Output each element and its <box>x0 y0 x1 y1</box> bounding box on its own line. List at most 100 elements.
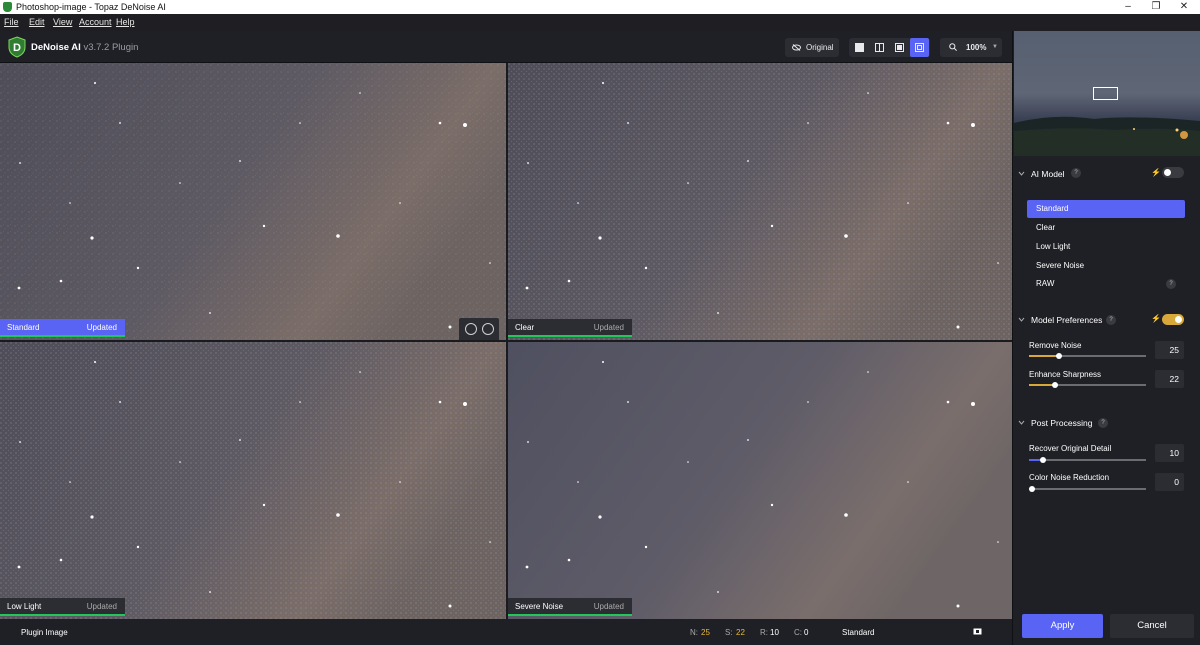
zoom-icon <box>949 43 957 51</box>
updated-indicator <box>508 614 632 616</box>
cancel-button[interactable]: Cancel <box>1110 614 1194 638</box>
star <box>90 236 94 240</box>
view-split-button[interactable] <box>870 38 889 57</box>
preview-panel-low-light[interactable] <box>0 342 506 619</box>
star <box>59 558 63 562</box>
model-option-clear[interactable]: Clear <box>1027 219 1185 237</box>
menu-help[interactable]: Help <box>116 17 135 27</box>
star <box>747 439 749 441</box>
model-preferences-auto-toggle[interactable] <box>1162 314 1184 325</box>
star <box>525 286 529 290</box>
panel-label-low-light[interactable]: Low Light Updated <box>0 598 125 616</box>
star <box>525 565 529 569</box>
panel-label-severe-noise[interactable]: Severe Noise Updated <box>508 598 632 616</box>
chevron-down-icon <box>1018 171 1025 176</box>
smile-icon[interactable] <box>465 323 477 335</box>
recover-detail-slider[interactable] <box>1029 457 1146 463</box>
maximize-icon[interactable]: ❐ <box>1142 0 1170 14</box>
slider-thumb[interactable] <box>1029 486 1035 492</box>
view-single-button[interactable] <box>850 38 869 57</box>
lightning-icon: ⚡ <box>1151 314 1161 323</box>
slider-thumb[interactable] <box>1056 353 1062 359</box>
slider-thumb[interactable] <box>1040 457 1046 463</box>
neutral-face-icon[interactable] <box>482 323 494 335</box>
minimize-icon[interactable]: – <box>1114 0 1142 14</box>
updated-indicator <box>508 335 632 337</box>
slider-fill <box>1029 355 1058 357</box>
close-icon[interactable]: ✕ <box>1170 0 1198 14</box>
window-title: Photoshop-image - Topaz DeNoise AI <box>16 2 166 12</box>
compare-icon[interactable] <box>973 628 982 635</box>
star <box>438 400 442 404</box>
star <box>644 545 648 549</box>
star <box>997 262 999 264</box>
menu-view[interactable]: View <box>53 17 72 27</box>
preview-panel-clear[interactable] <box>508 63 1012 340</box>
star <box>567 558 571 562</box>
panel-label-clear[interactable]: Clear Updated <box>508 319 632 337</box>
slider-thumb[interactable] <box>1052 382 1058 388</box>
source-label: Plugin Image <box>21 628 68 637</box>
star <box>807 401 809 403</box>
model-option-raw[interactable]: RAW <box>1027 275 1185 293</box>
enhance-sharpness-value[interactable]: 22 <box>1155 370 1184 388</box>
enhance-sharpness-slider[interactable] <box>1029 382 1146 388</box>
star <box>94 82 96 84</box>
recover-label: R: <box>760 628 768 637</box>
remove-noise-slider[interactable] <box>1029 353 1146 359</box>
sky-image <box>508 63 1012 340</box>
star <box>747 160 749 162</box>
color-label: C: <box>794 628 802 637</box>
window-titlebar: Photoshop-image - Topaz DeNoise AI – ❐ ✕ <box>0 0 1200 14</box>
star <box>807 122 809 124</box>
menu-edit[interactable]: Edit <box>29 17 45 27</box>
star <box>770 503 774 507</box>
sky-image <box>0 342 506 619</box>
recover-detail-value[interactable]: 10 <box>1155 444 1184 462</box>
menu-file[interactable]: File <box>4 17 19 27</box>
app-icon <box>3 2 12 12</box>
model-option-standard[interactable]: Standard <box>1027 200 1185 218</box>
help-icon[interactable]: ? <box>1106 315 1116 325</box>
model-option-low-light[interactable]: Low Light <box>1027 238 1185 256</box>
star <box>489 541 491 543</box>
star <box>602 82 604 84</box>
star <box>90 515 94 519</box>
color-noise-slider[interactable] <box>1029 486 1146 492</box>
panel-label-standard[interactable]: Standard Updated <box>0 319 125 337</box>
model-option-severe-noise[interactable]: Severe Noise <box>1027 257 1185 275</box>
star <box>844 513 848 517</box>
remove-noise-label: Remove Noise <box>1029 341 1082 350</box>
remove-noise-value[interactable]: 25 <box>1155 341 1184 359</box>
view-quad-button[interactable] <box>910 38 929 57</box>
star <box>136 545 140 549</box>
app-version: v3.7.2 Plugin <box>83 42 139 53</box>
zoom-value: 100% <box>966 43 987 52</box>
side-by-side-icon <box>895 43 904 52</box>
split-view-icon <box>875 43 884 52</box>
star <box>946 400 950 404</box>
star <box>489 262 491 264</box>
preview-panel-standard[interactable] <box>0 63 506 340</box>
star <box>907 481 909 483</box>
help-icon[interactable]: ? <box>1071 168 1081 178</box>
help-icon[interactable]: ? <box>1166 279 1176 289</box>
apply-button[interactable]: Apply <box>1022 614 1103 638</box>
star <box>399 481 401 483</box>
view-side-by-side-button[interactable] <box>890 38 909 57</box>
navigator-viewport[interactable] <box>1093 87 1118 100</box>
star <box>19 162 21 164</box>
menu-account[interactable]: Account <box>79 17 112 27</box>
star <box>136 266 140 270</box>
color-noise-value[interactable]: 0 <box>1155 473 1184 491</box>
sharpness-value: 22 <box>736 628 745 637</box>
star <box>239 439 241 441</box>
star <box>463 402 467 406</box>
zoom-dropdown[interactable]: 100% ▼ <box>940 38 1002 57</box>
star <box>19 441 21 443</box>
ai-model-auto-toggle[interactable] <box>1162 167 1184 178</box>
preview-panel-severe-noise[interactable] <box>508 342 1012 619</box>
noise-value: 25 <box>701 628 710 637</box>
original-button[interactable]: Original <box>785 38 839 57</box>
help-icon[interactable]: ? <box>1098 418 1108 428</box>
